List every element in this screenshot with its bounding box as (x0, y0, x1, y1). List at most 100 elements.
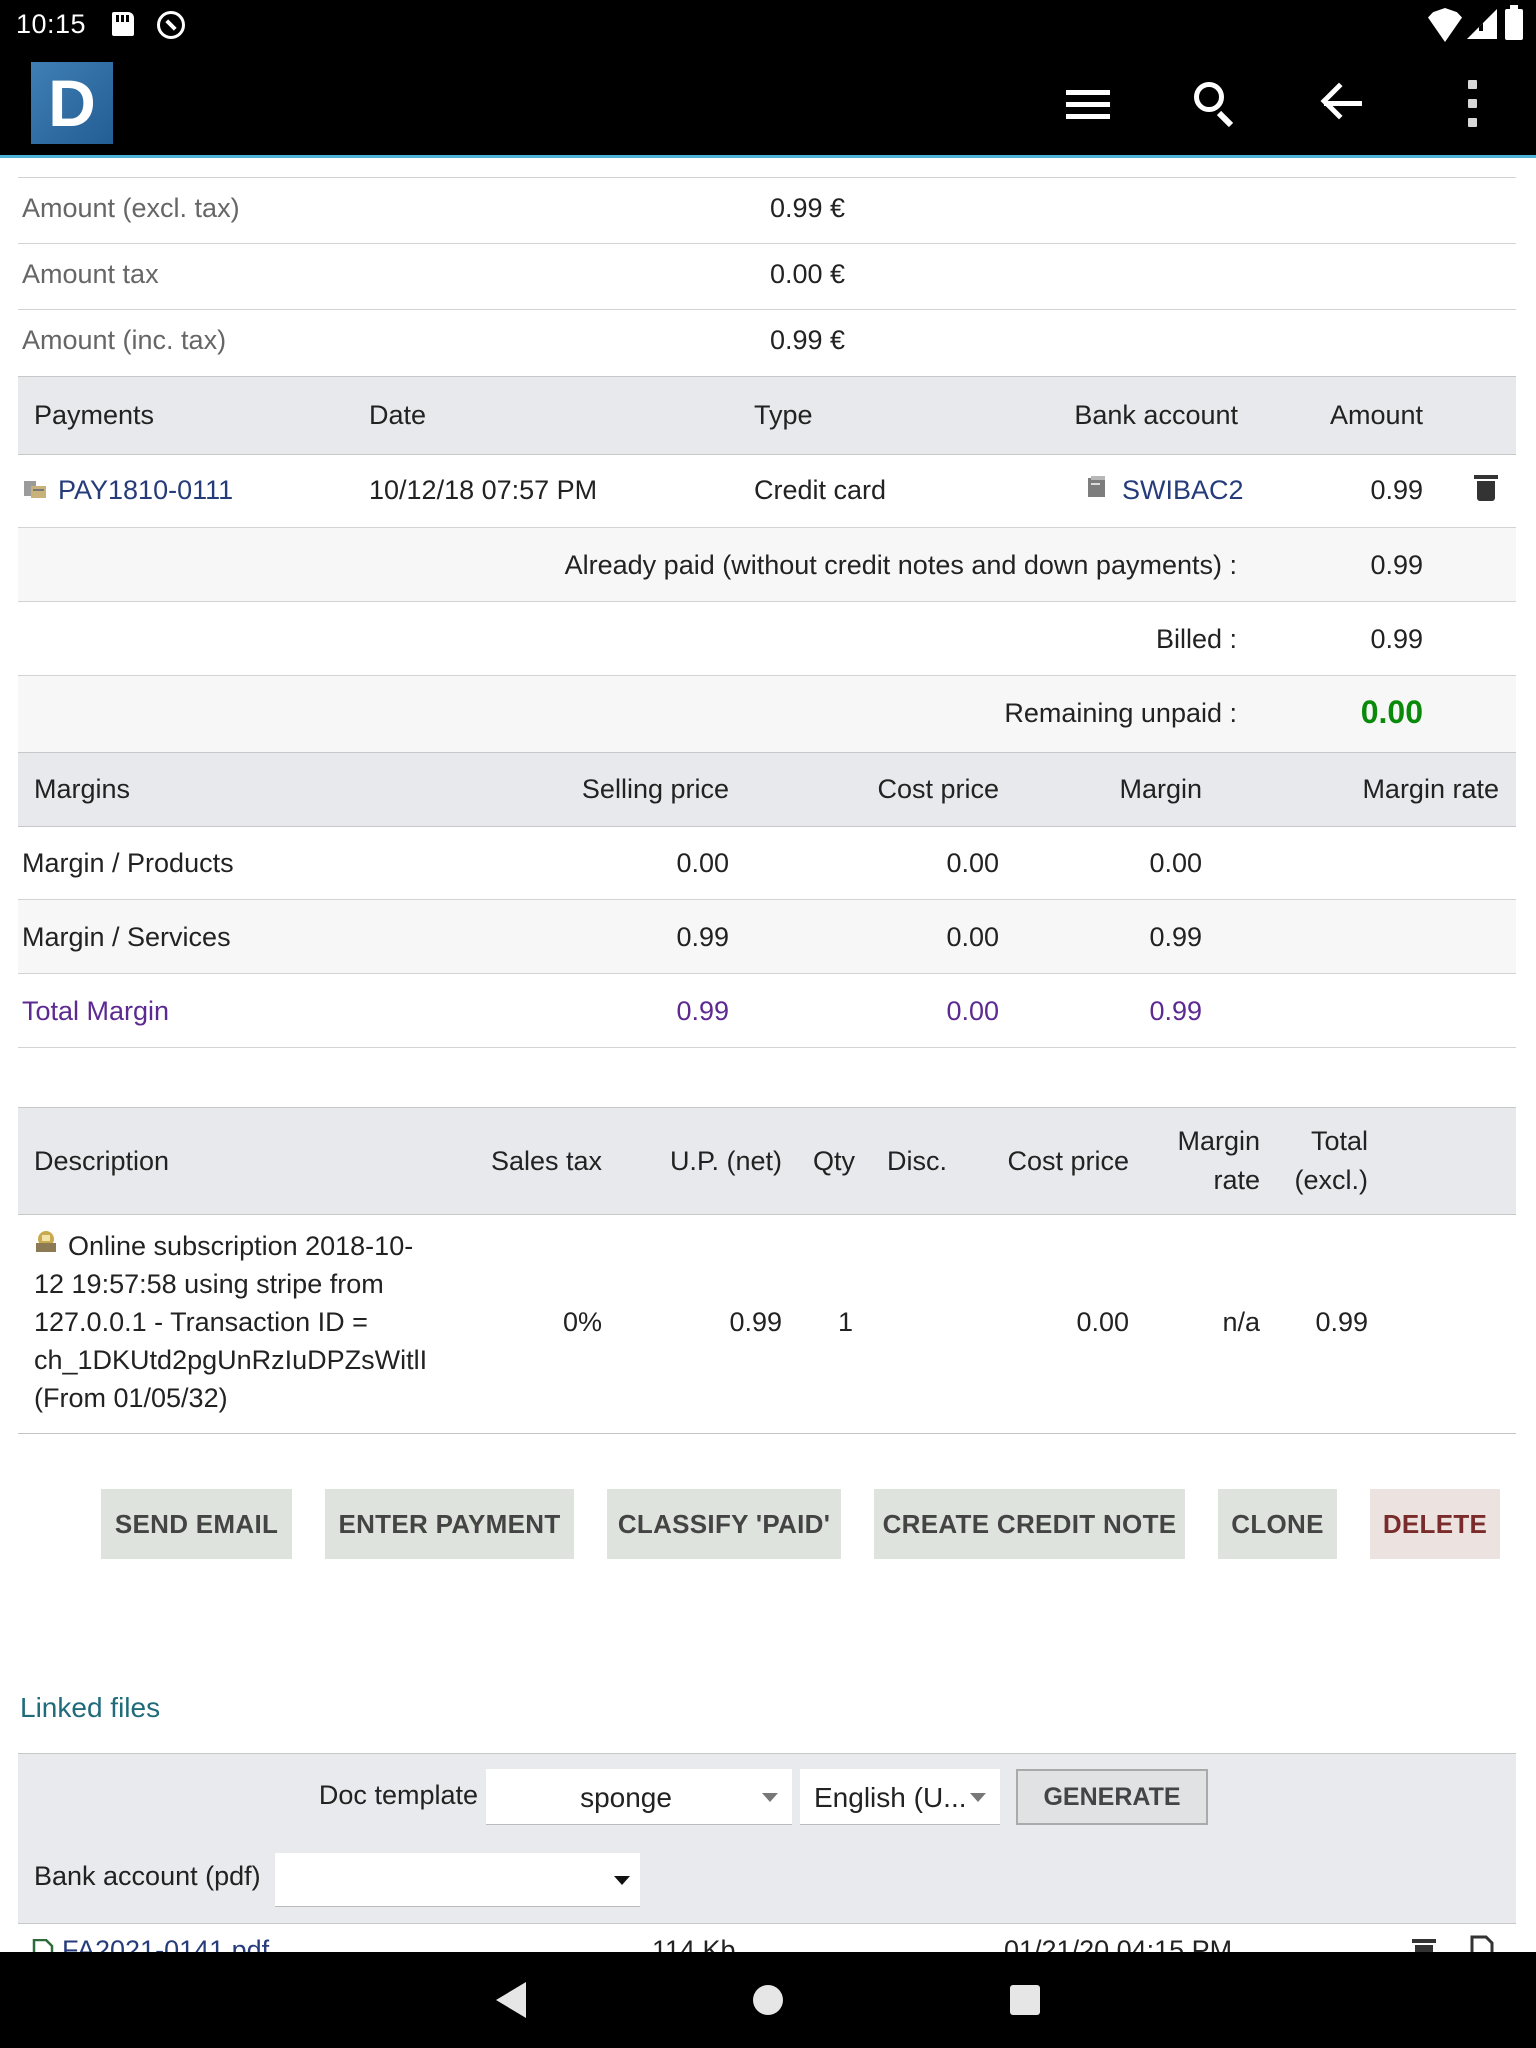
chevron-down-icon (614, 1875, 630, 1885)
margins-header: Margins (34, 774, 131, 804)
bank-account-header: Bank account (1074, 400, 1238, 430)
cell-signal-icon (1467, 9, 1497, 39)
delete-file-icon[interactable] (1412, 1939, 1436, 1952)
page-content: Amount (excl. tax) 0.99 € Amount tax 0.0… (0, 161, 1536, 1952)
doc-template-select[interactable]: sponge (486, 1769, 792, 1825)
amount-excl-label: Amount (excl. tax) (22, 193, 240, 223)
bank-account-link[interactable]: SWIBAC2 (1122, 475, 1244, 506)
bank-account-pdf-label: Bank account (pdf) (34, 1861, 261, 1891)
chevron-down-icon (762, 1792, 778, 1802)
total-margin-label: Total Margin (22, 996, 170, 1026)
already-paid-label: Already paid (without credit notes and d… (564, 550, 1237, 580)
line-desc-4: ch_1DKUtd2pgUnRzIuDPZsWitlI (34, 1345, 428, 1375)
margin-services-row (18, 900, 1516, 974)
payment-icon (24, 481, 46, 498)
linked-file-size: 114 Kb (652, 1935, 736, 1952)
remaining-unpaid-label: Remaining unpaid : (1004, 698, 1237, 728)
status-bar: 10:15 (0, 0, 1536, 48)
system-back-icon[interactable] (496, 1982, 526, 2018)
line-cost-price: 0.00 (1076, 1307, 1129, 1337)
margin-services-label: Margin / Services (22, 922, 231, 952)
language-select[interactable]: English (U... (800, 1769, 1000, 1825)
bank-icon (1088, 476, 1105, 497)
up-net-header: U.P. (net) (669, 1146, 782, 1176)
edit-file-icon[interactable] (1469, 1935, 1495, 1952)
date-header: Date (369, 400, 427, 430)
already-paid-value: 0.99 (1370, 550, 1423, 580)
margin-products-selling: 0.00 (676, 848, 729, 878)
line-sales-tax: 0% (562, 1307, 602, 1337)
amount-excl-value: 0.99 € (770, 193, 846, 223)
type-header: Type (754, 400, 813, 430)
doc-template-label: Doc template (318, 1780, 478, 1810)
line-total: 0.99 (1315, 1307, 1368, 1337)
more-options-icon[interactable] (1444, 76, 1500, 132)
search-icon[interactable] (1188, 76, 1244, 132)
margins-header-row (18, 752, 1516, 827)
margin-products-margin: 0.00 (1149, 848, 1202, 878)
status-time: 10:15 (16, 9, 87, 39)
pdf-file-icon (32, 1939, 54, 1952)
payment-amount: 0.99 (1370, 475, 1423, 505)
top-navbar: D (0, 48, 1536, 158)
linked-file-link[interactable]: FA2021-0141.pdf (62, 1935, 269, 1952)
menu-icon[interactable] (1060, 76, 1116, 132)
line-up-net: 0.99 (729, 1307, 782, 1337)
margin-services-cost: 0.00 (946, 922, 999, 952)
line-qty: 1 (837, 1307, 853, 1337)
margin-rate-line-header-2: rate (1213, 1165, 1260, 1195)
line-desc-1: Online subscription 2018-10- (68, 1231, 414, 1261)
payment-date: 10/12/18 07:57 PM (369, 475, 598, 505)
qty-header: Qty (812, 1146, 855, 1176)
classify-paid-button[interactable]: CLASSIFY 'PAID' (607, 1489, 841, 1559)
doc-template-value: sponge (580, 1782, 672, 1813)
sales-tax-header: Sales tax (490, 1146, 602, 1176)
payment-ref-link[interactable]: PAY1810-0111 (58, 475, 233, 506)
total-margin-margin: 0.99 (1149, 996, 1202, 1026)
system-nav-bar (0, 1952, 1536, 2048)
delete-button[interactable]: DELETE (1370, 1489, 1500, 1559)
billed-value: 0.99 (1370, 624, 1423, 654)
delete-payment-icon[interactable] (1474, 475, 1498, 501)
margin-products-label: Margin / Products (22, 848, 234, 878)
line-desc-2: 12 19:57:58 using stripe from (34, 1269, 384, 1299)
billed-label: Billed : (1155, 624, 1237, 654)
wifi-icon (1428, 8, 1462, 42)
cost-price-header: Cost price (877, 774, 999, 804)
linked-files-title: Linked files (20, 1692, 161, 1723)
remaining-unpaid-value: 0.00 (1360, 694, 1423, 730)
payment-type: Credit card (754, 475, 887, 505)
create-credit-note-button[interactable]: CREATE CREDIT NOTE (874, 1489, 1185, 1559)
send-email-button[interactable]: SEND EMAIL (101, 1489, 292, 1559)
remaining-row (18, 676, 1516, 752)
payments-header: Payments (34, 400, 155, 430)
total-margin-selling: 0.99 (676, 996, 729, 1026)
amount-tax-value: 0.00 € (770, 259, 846, 289)
chevron-down-icon (970, 1792, 986, 1802)
enter-payment-button[interactable]: ENTER PAYMENT (325, 1489, 574, 1559)
amount-inc-label: Amount (inc. tax) (22, 325, 227, 355)
battery-icon (1505, 5, 1523, 40)
language-value: English (U... (814, 1782, 967, 1813)
generate-button[interactable]: GENERATE (1016, 1769, 1208, 1825)
margin-products-cost: 0.00 (946, 848, 999, 878)
margin-rate-line-header-1: Margin (1177, 1126, 1260, 1156)
service-icon (36, 1231, 56, 1252)
app-logo[interactable]: D (31, 62, 113, 144)
margin-services-selling: 0.99 (676, 922, 729, 952)
total-margin-cost: 0.00 (946, 996, 999, 1026)
total-excl-header-2: (excl.) (1294, 1165, 1369, 1195)
back-arrow-icon[interactable] (1316, 76, 1372, 132)
bank-account-pdf-select[interactable] (275, 1853, 640, 1907)
selling-price-header: Selling price (581, 774, 729, 804)
system-recents-icon[interactable] (1010, 1985, 1040, 2015)
margin-services-margin: 0.99 (1149, 922, 1202, 952)
sd-card-icon (112, 12, 134, 36)
clone-button[interactable]: CLONE (1218, 1489, 1337, 1559)
line-margin-rate: n/a (1222, 1307, 1260, 1337)
system-home-icon[interactable] (753, 1985, 783, 2015)
do-not-disturb-icon (157, 11, 185, 39)
amount-header: Amount (1329, 400, 1423, 430)
amount-tax-label: Amount tax (22, 259, 159, 289)
disc-header: Disc. (887, 1146, 947, 1176)
